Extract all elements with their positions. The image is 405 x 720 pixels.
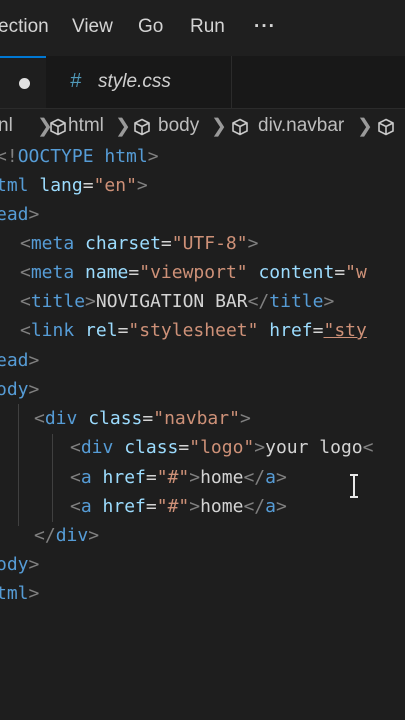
code-line: <div class="logo">your logo< <box>70 437 374 458</box>
code-line: ead> <box>0 350 40 371</box>
tab-label: style.css <box>98 71 171 92</box>
breadcrumb: nl ❯ html ❯ body ❯ div.navbar ❯ <box>0 112 405 142</box>
code-line: ead> <box>0 204 40 225</box>
chevron-right-icon: ❯ <box>211 116 227 137</box>
indent-guide <box>52 434 53 522</box>
breadcrumb-item-div-navbar[interactable]: div.navbar <box>258 115 344 137</box>
menu-item-go[interactable]: Go <box>138 16 163 38</box>
chevron-right-icon: ❯ <box>357 116 373 137</box>
indent-guide <box>18 404 19 526</box>
code-line: <meta name="viewport" content="w <box>20 262 367 283</box>
menu-bar: ection View Go Run ··· <box>0 0 405 56</box>
code-line: <a href="#">home</a> <box>70 496 287 517</box>
unsaved-dot-icon[interactable] <box>19 78 30 89</box>
code-line: <div class="navbar"> <box>34 408 251 429</box>
code-line: </div> <box>34 525 100 546</box>
tab-style-css[interactable]: # style.css <box>46 56 232 108</box>
code-line: <link rel="stylesheet" href="sty <box>20 320 367 341</box>
menu-item-view[interactable]: View <box>72 16 113 38</box>
menu-item-run[interactable]: Run <box>190 16 225 38</box>
cube-icon <box>50 118 66 136</box>
code-line: <a href="#">home</a> <box>70 467 287 488</box>
cube-icon <box>134 118 150 136</box>
breadcrumb-item-file[interactable]: nl <box>0 115 13 137</box>
code-line: <meta charset="UTF-8"> <box>20 233 259 254</box>
menu-more-icon[interactable]: ··· <box>254 16 276 38</box>
tab-bar: l # style.css <box>0 56 405 109</box>
breadcrumb-item-html[interactable]: html <box>68 115 104 137</box>
code-line: ody> <box>0 379 40 400</box>
breadcrumb-item-body[interactable]: body <box>158 115 199 137</box>
code-line: tml> <box>0 583 40 604</box>
cube-icon <box>378 118 394 136</box>
code-line: tml lang="en"> <box>0 175 148 196</box>
css-file-icon: # <box>70 70 82 92</box>
code-line: <!OOCTYPE html> <box>0 146 159 167</box>
code-line: ody> <box>0 554 40 575</box>
menu-item-selection[interactable]: ection <box>0 16 49 38</box>
tab-index-html[interactable]: l <box>0 56 46 108</box>
code-editor[interactable]: <!OOCTYPE html> tml lang="en"> ead> <met… <box>0 142 405 720</box>
cube-icon <box>232 118 248 136</box>
chevron-right-icon: ❯ <box>115 116 131 137</box>
code-line: <title>NOVIGATION BAR</title> <box>20 291 335 312</box>
text-cursor-icon <box>350 474 358 498</box>
